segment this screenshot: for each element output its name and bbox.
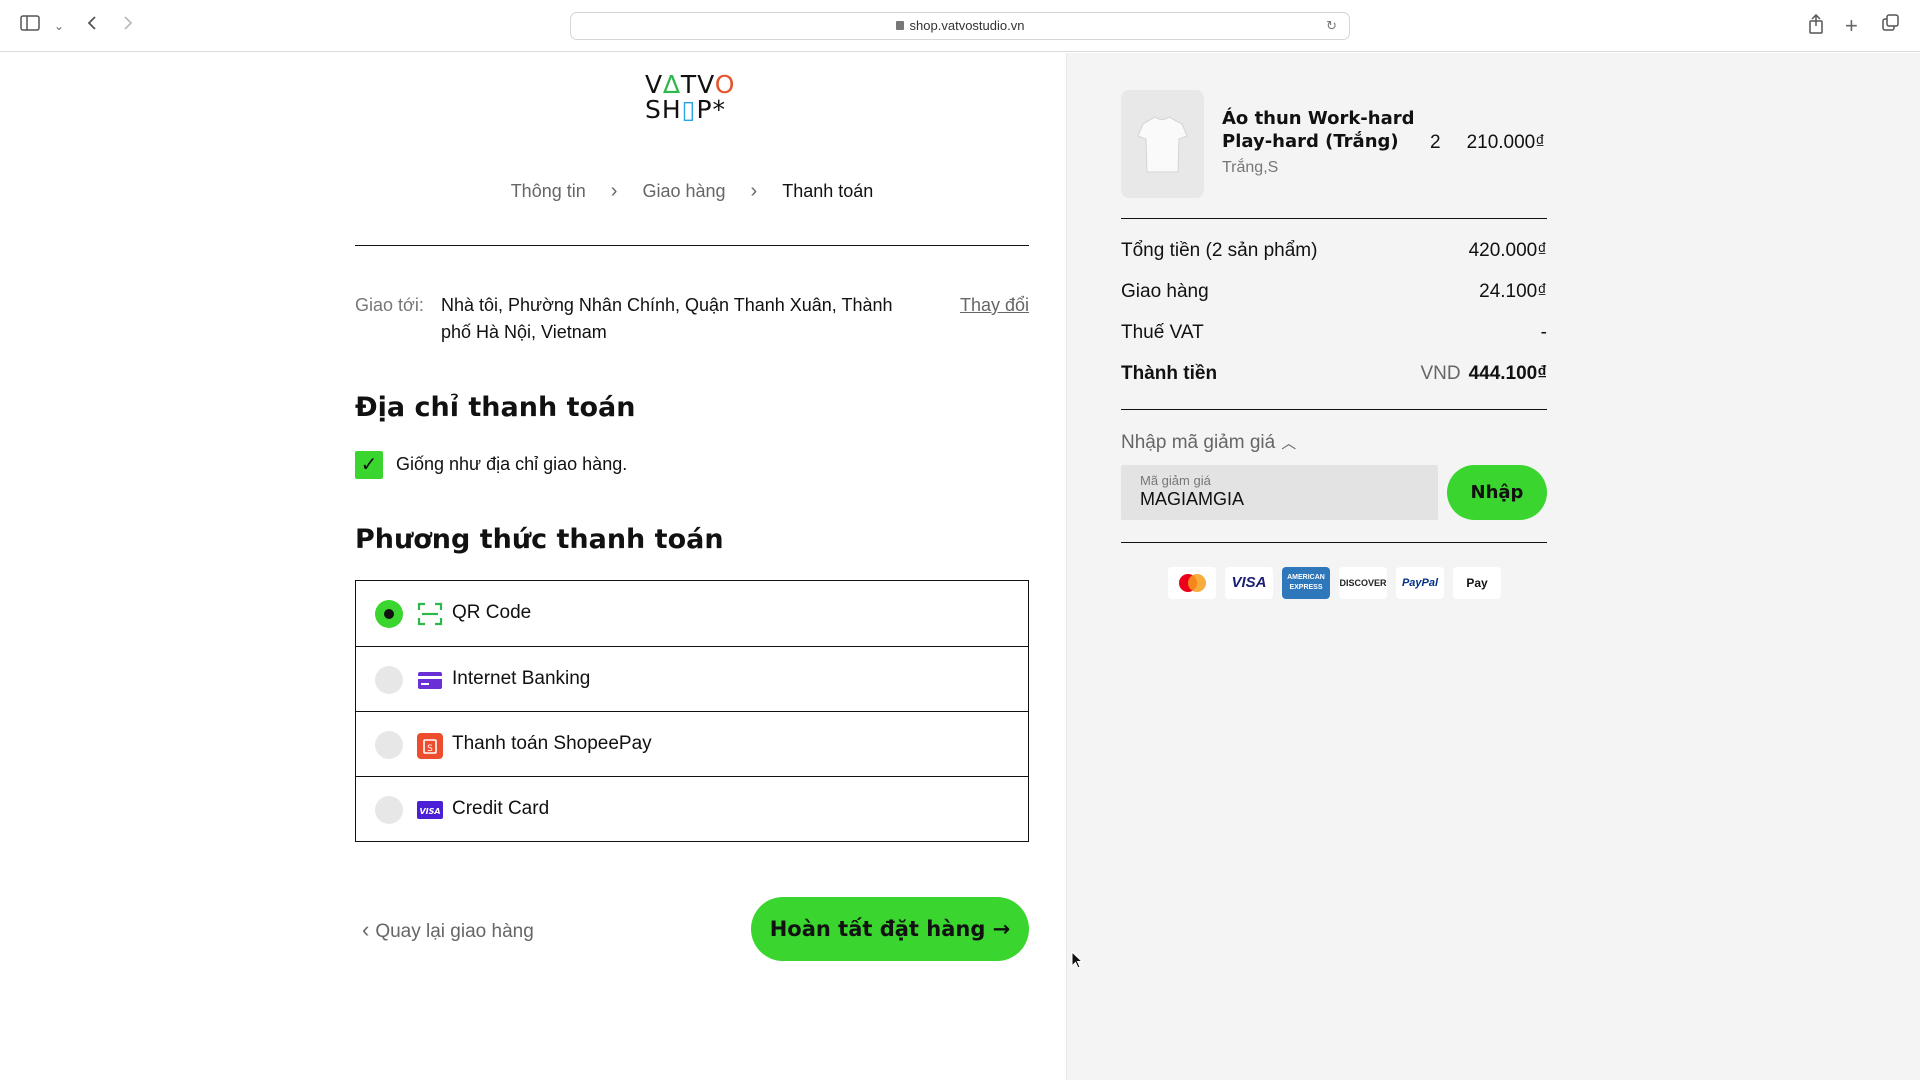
- breadcrumb-shipping[interactable]: Giao hàng: [642, 181, 725, 202]
- payment-option-label: Internet Banking: [452, 668, 591, 689]
- ship-to-address: Nhà tôi, Phường Nhân Chính, Quận Thanh X…: [441, 295, 893, 342]
- discount-toggle[interactable]: Nhập mã giảm giá ︿: [1121, 432, 1296, 454]
- mastercard-icon: [1168, 567, 1216, 599]
- product-variant: Trắng,S: [1222, 159, 1279, 176]
- url-text: shop.vatvostudio.vn: [909, 18, 1025, 33]
- mouse-cursor-icon: [1071, 951, 1083, 969]
- apple-pay-icon: Pay: [1453, 567, 1501, 599]
- breadcrumb-info[interactable]: Thông tin: [511, 181, 586, 202]
- radio-unselected[interactable]: [375, 796, 403, 824]
- shop-logo[interactable]: V∆TVO SH▯P*: [645, 72, 745, 122]
- forward-arrow-icon[interactable]: [122, 14, 134, 38]
- shipping-fee-label: Giao hàng: [1121, 281, 1209, 302]
- back-arrow-icon[interactable]: [86, 14, 98, 38]
- product-thumbnail: [1121, 90, 1204, 198]
- amex-icon: AMERICAN EXPRESS: [1282, 567, 1330, 599]
- payment-option-shopeepay[interactable]: S Thanh toán ShopeePay: [356, 711, 1028, 776]
- payment-method-list: QR Code Internet Banking S Thanh toán Sh…: [355, 580, 1029, 842]
- chevron-right-icon: ›: [750, 180, 758, 202]
- vat-label: Thuế VAT: [1121, 322, 1204, 343]
- chevron-down-icon[interactable]: ⌄: [54, 14, 64, 38]
- shipping-fee-value: 24.100₫: [1479, 281, 1547, 302]
- total-amount: VND 444.100₫: [1420, 363, 1547, 385]
- tshirt-icon: [1137, 116, 1188, 173]
- vat-value: -: [1540, 322, 1547, 343]
- svg-text:S: S: [427, 744, 433, 754]
- divider: [1121, 218, 1547, 219]
- back-to-shipping-label: Quay lại giao hàng: [375, 921, 534, 942]
- payment-option-internet-banking[interactable]: Internet Banking: [356, 646, 1028, 711]
- discount-code-field[interactable]: Mã giảm giá: [1121, 465, 1438, 520]
- complete-order-button[interactable]: Hoàn tất đặt hàng →: [751, 897, 1029, 961]
- radio-unselected[interactable]: [375, 731, 403, 759]
- payment-option-label: QR Code: [452, 602, 532, 623]
- browser-toolbar: ⌄ shop.vatvostudio.vn ↻ +: [0, 0, 1920, 52]
- sidebar-toggle-icon[interactable]: [20, 14, 40, 38]
- shopeepay-icon: S: [417, 733, 443, 759]
- discount-code-label: Mã giảm giá: [1140, 473, 1211, 488]
- lock-icon: [895, 21, 904, 30]
- tabs-overview-icon[interactable]: [1882, 14, 1900, 38]
- breadcrumb: Thông tin › Giao hàng › Thanh toán: [355, 180, 1029, 203]
- product-name: Áo thun Work-hard Play-hard (Trắng): [1222, 108, 1415, 152]
- new-tab-icon[interactable]: +: [1845, 14, 1858, 38]
- product-quantity: 2: [1430, 132, 1441, 153]
- chevron-left-icon: ‹: [362, 917, 370, 942]
- apple-pay-label: Pay: [1466, 576, 1488, 590]
- product-price: 210.000₫: [1466, 132, 1545, 153]
- bank-card-icon: [417, 668, 443, 692]
- radio-selected[interactable]: [375, 600, 403, 628]
- payment-option-qr[interactable]: QR Code: [356, 581, 1028, 646]
- address-bar[interactable]: shop.vatvostudio.vn ↻: [570, 12, 1350, 40]
- payment-option-label: Thanh toán ShopeePay: [452, 733, 652, 754]
- payment-method-heading: Phương thức thanh toán: [355, 524, 724, 555]
- subtotal-value: 420.000₫: [1468, 240, 1547, 261]
- total-label: Thành tiền: [1121, 363, 1218, 384]
- paypal-icon: PayPal: [1396, 567, 1444, 599]
- currency-code: VND: [1420, 363, 1461, 384]
- reload-icon[interactable]: ↻: [1326, 13, 1337, 39]
- divider: [355, 245, 1029, 246]
- chevron-up-icon: ︿: [1281, 435, 1297, 452]
- billing-address-heading: Địa chỉ thanh toán: [355, 392, 636, 423]
- qr-scan-icon: [417, 602, 443, 626]
- share-icon[interactable]: [1808, 13, 1824, 40]
- svg-text:VISA: VISA: [419, 807, 440, 816]
- payment-option-label: Credit Card: [452, 798, 550, 819]
- chevron-right-icon: ›: [610, 180, 618, 202]
- radio-unselected[interactable]: [375, 666, 403, 694]
- ship-to-label: Giao tới:: [355, 295, 424, 315]
- discount-toggle-label: Nhập mã giảm giá: [1121, 432, 1276, 453]
- back-to-shipping-link[interactable]: ‹ Quay lại giao hàng: [362, 917, 534, 943]
- discover-icon: DISCOVER: [1339, 567, 1387, 599]
- same-as-shipping-checkbox[interactable]: ✓: [355, 451, 383, 479]
- visa-icon: VISA: [1225, 567, 1273, 599]
- discount-code-input[interactable]: [1140, 489, 1420, 510]
- breadcrumb-payment: Thanh toán: [782, 181, 874, 201]
- divider: [1121, 409, 1547, 410]
- change-address-link[interactable]: Thay đổi: [960, 292, 1029, 319]
- payment-option-credit-card[interactable]: VISA Credit Card: [356, 776, 1028, 841]
- apply-discount-button[interactable]: Nhập: [1447, 465, 1547, 520]
- same-as-shipping-label: Giống như địa chỉ giao hàng.: [396, 454, 628, 474]
- total-value: 444.100₫: [1468, 363, 1547, 384]
- subtotal-label: Tổng tiền (2 sản phẩm): [1121, 240, 1318, 261]
- visa-card-icon: VISA: [417, 798, 443, 822]
- divider: [1121, 542, 1547, 543]
